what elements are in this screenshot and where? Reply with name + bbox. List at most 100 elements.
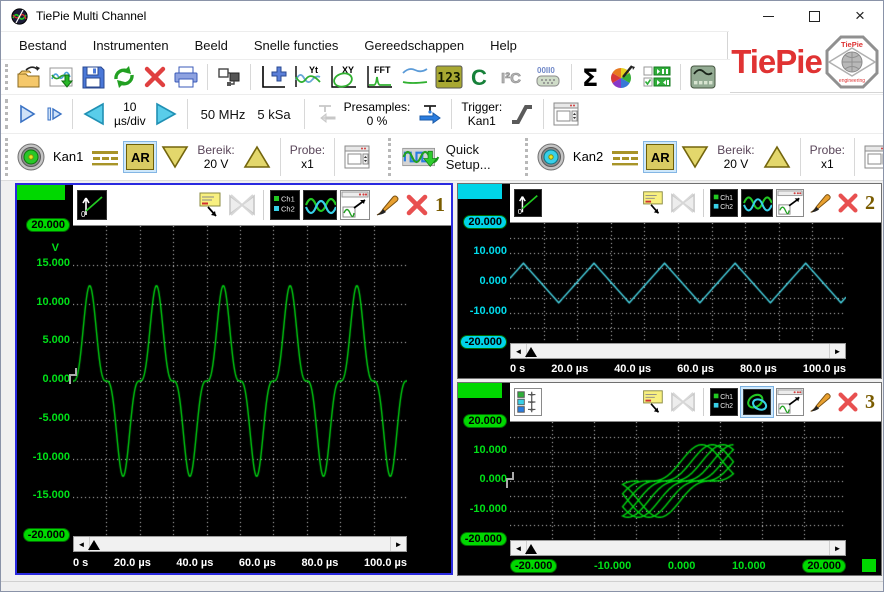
graph3-plot[interactable] bbox=[510, 422, 846, 540]
channel1-bnc-icon[interactable] bbox=[13, 140, 49, 174]
channel2-coupling-icon[interactable] bbox=[607, 145, 643, 169]
delete-icon[interactable] bbox=[140, 63, 170, 91]
graph1-scrollbar[interactable]: ◄ ► bbox=[73, 536, 407, 552]
scroll-right-button[interactable]: ► bbox=[829, 344, 845, 358]
channel2-autorange-button[interactable]: AR bbox=[643, 141, 677, 173]
scroll-right-button[interactable]: ► bbox=[829, 541, 845, 555]
graph2-x-axis: 0 s20.0 µs40.0 µs60.0 µs80.0 µs100.0 µs bbox=[458, 359, 881, 378]
pen-icon[interactable] bbox=[373, 191, 401, 219]
close-button[interactable]: × bbox=[837, 1, 883, 31]
save-signal-icon[interactable] bbox=[46, 63, 78, 91]
add-graph-icon[interactable] bbox=[256, 62, 290, 92]
presamples-increase-button[interactable] bbox=[414, 100, 446, 128]
x-tick-label: 80.0 µs bbox=[740, 363, 777, 375]
graph2-plot[interactable] bbox=[510, 223, 846, 343]
yt-mode-icon[interactable] bbox=[303, 190, 337, 220]
menu-item-beeld[interactable]: Beeld bbox=[195, 38, 228, 53]
graph2-toolbar: 0 Ch1Ch2 2 bbox=[510, 184, 881, 223]
instrument-icon[interactable] bbox=[686, 62, 720, 92]
serial-port-icon[interactable]: 00II0 bbox=[530, 62, 566, 92]
presamples-decrease-button[interactable] bbox=[310, 100, 340, 128]
reference-lines-icon[interactable] bbox=[398, 63, 432, 91]
envelope-icon[interactable] bbox=[669, 191, 697, 215]
channel2-settings-button[interactable] bbox=[860, 142, 884, 172]
envelope-icon[interactable] bbox=[227, 192, 257, 218]
svg-text:Ch1: Ch1 bbox=[720, 195, 733, 202]
graph2-scrollbar[interactable]: ◄ ► bbox=[510, 343, 846, 359]
channel1-autorange-button[interactable]: AR bbox=[123, 141, 157, 173]
channel1-range-increase-button[interactable] bbox=[239, 142, 275, 172]
graph3-trigger-level-icon[interactable] bbox=[503, 471, 515, 489]
tiepie-logo: TiePie TiePie engineering bbox=[727, 32, 883, 93]
scroll-right-button[interactable]: ► bbox=[390, 537, 406, 551]
panel-toggles-icon[interactable] bbox=[639, 62, 675, 92]
i2c-icon[interactable]: I²C bbox=[496, 62, 530, 92]
graph3-number: 3 bbox=[863, 391, 875, 414]
channel1-coupling-icon[interactable] bbox=[87, 145, 123, 169]
close-graph-icon[interactable] bbox=[836, 191, 860, 215]
zoom-undo-icon[interactable] bbox=[776, 189, 804, 217]
svg-text:FFT: FFT bbox=[374, 65, 391, 75]
menu-item-gereedschappen[interactable]: Gereedschappen bbox=[364, 38, 464, 53]
print-icon[interactable] bbox=[170, 63, 202, 91]
graph1-trigger-level-icon[interactable] bbox=[66, 367, 78, 385]
fft-graph-icon[interactable]: FFT bbox=[362, 62, 398, 92]
refresh-icon[interactable] bbox=[108, 63, 140, 91]
pen-icon[interactable] bbox=[807, 389, 833, 415]
channel2-range-decrease-button[interactable] bbox=[677, 142, 713, 172]
legend-icon[interactable]: Ch1Ch2 bbox=[710, 388, 738, 416]
y-tick-label: 10.000 bbox=[36, 296, 70, 308]
save-icon[interactable] bbox=[78, 63, 108, 91]
graph3-y-axis: 20.00010.0000.000-10.000-20.000 bbox=[458, 383, 510, 556]
channel2-bnc-icon[interactable] bbox=[533, 140, 569, 174]
close-graph-icon[interactable] bbox=[404, 192, 430, 218]
yt-graph-icon[interactable]: Yt bbox=[290, 62, 326, 92]
svg-text:Ch1: Ch1 bbox=[281, 195, 295, 204]
xy-mode-icon[interactable] bbox=[741, 387, 773, 417]
open-icon[interactable] bbox=[13, 63, 46, 91]
zoom-undo-icon[interactable] bbox=[340, 190, 370, 220]
yt-mode-icon[interactable] bbox=[741, 189, 773, 217]
channel1-range-decrease-button[interactable] bbox=[157, 142, 193, 172]
app-icon bbox=[11, 8, 28, 25]
sum-icon[interactable]: Σ bbox=[577, 62, 605, 92]
trigger-slope-icon[interactable] bbox=[506, 99, 538, 129]
legend-icon[interactable]: Ch1Ch2 bbox=[270, 190, 300, 220]
comment-icon[interactable] bbox=[194, 190, 224, 220]
one-shot-button[interactable] bbox=[41, 102, 67, 126]
graph1-number: 1 bbox=[433, 194, 445, 217]
close-graph-icon[interactable] bbox=[836, 390, 860, 414]
comment-icon[interactable] bbox=[638, 189, 666, 217]
menu-item-bestand[interactable]: Bestand bbox=[19, 38, 67, 53]
graph3-scrollbar[interactable]: ◄ ► bbox=[510, 540, 846, 556]
graph1-plot[interactable] bbox=[73, 226, 407, 536]
source-list-icon[interactable] bbox=[514, 388, 542, 416]
menu-item-help[interactable]: Help bbox=[490, 38, 517, 53]
legend-icon[interactable]: Ch1Ch2 bbox=[710, 189, 738, 217]
menu-item-snelle-functies[interactable]: Snelle functies bbox=[254, 38, 339, 53]
y-tick-label: -10.000 bbox=[470, 503, 507, 515]
axes-offset-icon[interactable]: 0 bbox=[514, 189, 542, 217]
trigger-settings-button[interactable] bbox=[549, 99, 583, 129]
comment-icon[interactable] bbox=[638, 388, 666, 416]
envelope-icon[interactable] bbox=[669, 390, 697, 414]
zoom-undo-icon[interactable] bbox=[776, 388, 804, 416]
meter-icon[interactable]: 123 bbox=[432, 62, 466, 92]
can-icon[interactable]: C bbox=[466, 62, 496, 92]
quick-setup-button[interactable]: Quick Setup... bbox=[396, 141, 511, 173]
timebase-decrease-button[interactable] bbox=[78, 100, 110, 128]
maximize-button[interactable] bbox=[791, 1, 837, 31]
axes-offset-icon[interactable]: 0 bbox=[77, 190, 107, 220]
colors-icon[interactable] bbox=[605, 62, 639, 92]
pen-icon[interactable] bbox=[807, 190, 833, 216]
channel1-settings-button[interactable] bbox=[340, 142, 374, 172]
minimize-button[interactable] bbox=[745, 1, 791, 31]
object-tree-icon[interactable] bbox=[213, 63, 245, 91]
menu-item-instrumenten[interactable]: Instrumenten bbox=[93, 38, 169, 53]
y-tick-label: -15.000 bbox=[33, 489, 70, 501]
timebase-increase-button[interactable] bbox=[150, 100, 182, 128]
channel2-range-increase-button[interactable] bbox=[759, 142, 795, 172]
xy-graph-icon[interactable]: XY bbox=[326, 62, 362, 92]
start-button[interactable] bbox=[13, 101, 41, 127]
presamples-display: Presamples: 0 % bbox=[340, 100, 415, 128]
